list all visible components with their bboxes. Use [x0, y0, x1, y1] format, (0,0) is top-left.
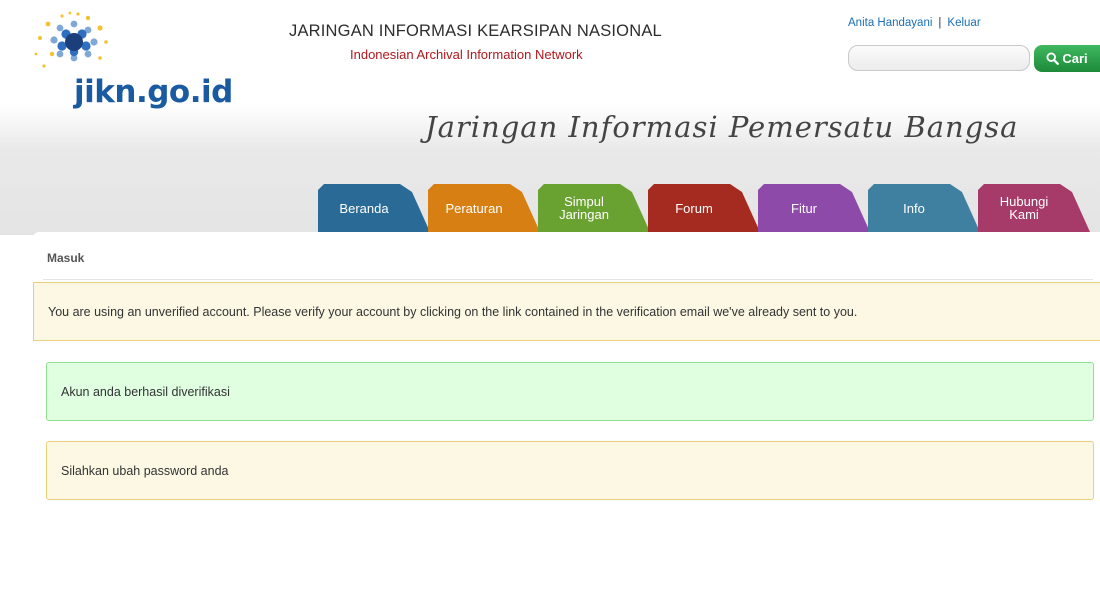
tab-label: Peraturan [445, 200, 503, 216]
site-subtitle: Indonesian Archival Information Network [350, 47, 583, 62]
tab-label: Beranda [339, 200, 389, 216]
logo-text: jikn.go.id [74, 74, 233, 110]
unverified-account-alert: You are using an unverified account. Ple… [33, 282, 1100, 341]
alert-text: Silahkan ubah password anda [61, 463, 229, 478]
alert-text: Akun anda berhasil diverifikasi [61, 384, 230, 399]
user-separator: | [938, 17, 942, 29]
site-logo[interactable]: jikn.go.id [20, 10, 250, 120]
tab-label: Forum [675, 200, 713, 216]
tab-label: Fitur [791, 200, 817, 216]
breadcrumb: Masuk [47, 251, 85, 265]
user-menu: Anita Handayani | Keluar [848, 17, 981, 29]
tab-label: Simpul Jaringan [559, 194, 609, 222]
search-icon [1046, 52, 1060, 65]
user-name-link[interactable]: Anita Handayani [848, 17, 932, 29]
divider [43, 279, 1093, 280]
search-button[interactable]: Cari [1034, 45, 1100, 72]
tab-label: Info [903, 200, 925, 216]
site-title: JARINGAN INFORMASI KEARSIPAN NASIONAL [289, 22, 662, 40]
search-input[interactable] [848, 45, 1030, 71]
main-content: Masuk You are using an unverified accoun… [33, 232, 1100, 609]
site-tagline: Jaringan Informasi Pemersatu Bangsa [425, 110, 1019, 144]
logout-link[interactable]: Keluar [947, 17, 980, 29]
verification-success-alert: Akun anda berhasil diverifikasi [46, 362, 1094, 421]
alert-text: You are using an unverified account. Ple… [48, 304, 858, 319]
tab-label: Hubungi Kami [999, 194, 1049, 222]
search-button-label: Cari [1062, 51, 1088, 66]
change-password-alert: Silahkan ubah password anda [46, 441, 1094, 500]
